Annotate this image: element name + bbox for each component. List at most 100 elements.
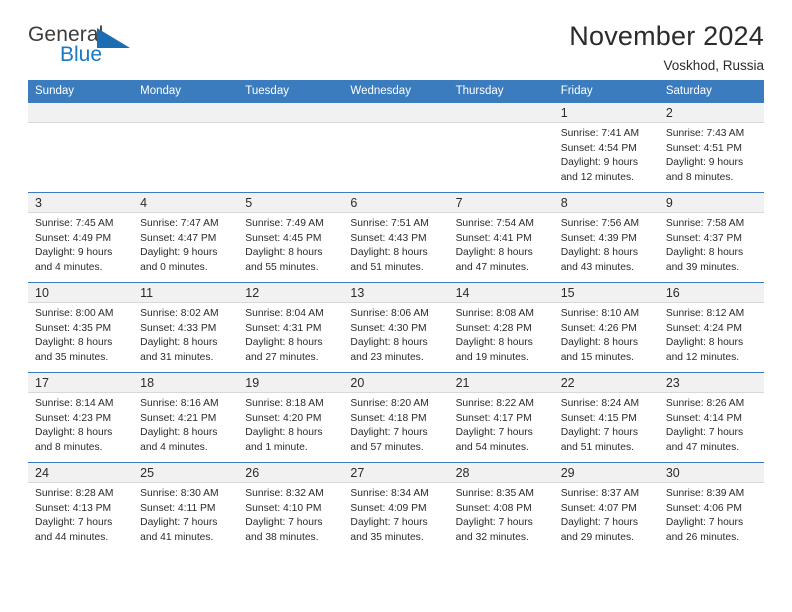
calendar-day-cell[interactable]: 19 Sunrise: 8:18 AM Sunset: 4:20 PM Dayligh… — [238, 372, 344, 463]
page-title: November 2024 — [569, 21, 764, 51]
daylight-text-line1: Daylight: 7 hours — [455, 427, 533, 439]
calendar-day-cell[interactable]: 2 Sunrise: 7:43 AM Sunset: 4:51 PM Daylight… — [658, 102, 764, 193]
calendar-page: General Blue November 2024 Voskhod, Russ… — [0, 0, 792, 612]
day-number: 3 — [28, 193, 134, 213]
daylight-text-line2: and 23 minutes. — [350, 351, 424, 363]
calendar-day-cell[interactable]: 3 Sunrise: 7:45 AM Sunset: 4:49 PM Daylight… — [28, 192, 134, 283]
sunrise-text: Sunrise: 8:14 AM — [35, 398, 114, 409]
daylight-text-line1: Daylight: 7 hours — [665, 427, 744, 439]
day-number: 21 — [448, 373, 554, 393]
sunset-text: Sunset: 4:49 PM — [35, 232, 112, 244]
calendar-day-cell[interactable]: 27 Sunrise: 8:34 AM Sunset: 4:09 PM Dayligh… — [343, 462, 449, 553]
calendar-body: 1 Sunrise: 7:41 AM Sunset: 4:54 PM Daylight… — [28, 102, 764, 553]
calendar-day-cell[interactable]: 10 Sunrise: 8:00 AM Sunset: 4:35 PM Dayligh… — [28, 282, 134, 373]
calendar-day-cell[interactable]: 28 Sunrise: 8:35 AM Sunset: 4:08 PM Dayligh… — [448, 462, 554, 553]
calendar-day-cell[interactable]: 14 Sunrise: 8:08 AM Sunset: 4:28 PM Dayligh… — [448, 282, 554, 373]
sunset-text: Sunset: 4:08 PM — [455, 502, 532, 514]
sunset-text: Sunset: 4:13 PM — [35, 502, 112, 514]
daylight-text-line1: Daylight: 7 hours — [665, 517, 744, 529]
sunset-text: Sunset: 4:33 PM — [140, 322, 217, 334]
day-number: 15 — [553, 283, 659, 303]
calendar-day-cell[interactable]: 15 Sunrise: 8:10 AM Sunset: 4:26 PM Dayligh… — [553, 282, 659, 373]
sunrise-text: Sunrise: 8:26 AM — [665, 398, 745, 409]
calendar-day-cell[interactable]: 12 Sunrise: 8:04 AM Sunset: 4:31 PM Dayligh… — [238, 282, 344, 373]
day-number: 20 — [343, 373, 449, 393]
calendar-day-cell[interactable]: 30 Sunrise: 8:39 AM Sunset: 4:06 PM Dayligh… — [658, 462, 764, 553]
day-number: 13 — [343, 283, 449, 303]
sunset-text: Sunset: 4:41 PM — [455, 232, 532, 244]
calendar-day-cell[interactable]: 18 Sunrise: 8:16 AM Sunset: 4:21 PM Dayligh… — [133, 372, 239, 463]
sunset-text: Sunset: 4:47 PM — [140, 232, 217, 244]
calendar-week-row: 24 Sunrise: 8:28 AM Sunset: 4:13 PM Dayligh… — [28, 462, 764, 553]
calendar-day-cell[interactable]: 22 Sunrise: 8:24 AM Sunset: 4:15 PM Dayligh… — [553, 372, 659, 463]
daylight-text-line2: and 26 minutes. — [665, 531, 740, 543]
daylight-text-line1: Daylight: 9 hours — [140, 247, 218, 259]
daylight-text-line2: and 43 minutes. — [560, 261, 634, 273]
calendar-day-cell[interactable]: 6 Sunrise: 7:51 AM Sunset: 4:43 PM Daylight… — [343, 192, 449, 283]
sunset-text: Sunset: 4:54 PM — [560, 142, 637, 154]
sunset-text: Sunset: 4:37 PM — [665, 232, 742, 244]
calendar-day-cell[interactable]: 17 Sunrise: 8:14 AM Sunset: 4:23 PM Dayligh… — [28, 372, 134, 463]
day-number — [448, 103, 554, 123]
calendar-day-cell[interactable]: 29 Sunrise: 8:37 AM Sunset: 4:07 PM Dayligh… — [553, 462, 659, 553]
sunrise-text: Sunrise: 8:34 AM — [350, 488, 429, 499]
calendar-day-cell[interactable]: 4 Sunrise: 7:47 AM Sunset: 4:47 PM Daylight… — [133, 192, 239, 283]
calendar-cell-empty — [343, 102, 449, 193]
calendar-day-cell[interactable]: 9 Sunrise: 7:58 AM Sunset: 4:37 PM Daylight… — [658, 192, 764, 283]
day-details: Sunrise: 8:16 AM Sunset: 4:21 PM Daylight:… — [133, 393, 238, 455]
calendar-day-cell[interactable]: 1 Sunrise: 7:41 AM Sunset: 4:54 PM Daylight… — [553, 102, 659, 193]
day-number: 19 — [238, 373, 344, 393]
calendar-day-cell[interactable]: 21 Sunrise: 8:22 AM Sunset: 4:17 PM Dayligh… — [448, 372, 554, 463]
calendar-day-cell[interactable]: 13 Sunrise: 8:06 AM Sunset: 4:30 PM Dayligh… — [343, 282, 449, 373]
sunrise-text: Sunrise: 8:20 AM — [350, 398, 429, 409]
calendar-day-cell[interactable]: 11 Sunrise: 8:02 AM Sunset: 4:33 PM Dayligh… — [133, 282, 239, 373]
calendar-day-cell[interactable]: 5 Sunrise: 7:49 AM Sunset: 4:45 PM Daylight… — [238, 192, 344, 283]
daylight-text-line1: Daylight: 8 hours — [455, 247, 533, 259]
daylight-text-line1: Daylight: 8 hours — [350, 247, 428, 259]
day-number: 2 — [658, 103, 764, 123]
calendar-day-cell[interactable]: 20 Sunrise: 8:20 AM Sunset: 4:18 PM Dayligh… — [343, 372, 449, 463]
day-details: Sunrise: 8:24 AM Sunset: 4:15 PM Daylight:… — [554, 393, 659, 455]
day-details: Sunrise: 7:43 AM Sunset: 4:51 PM Daylight:… — [659, 123, 764, 185]
day-details: Sunrise: 8:18 AM Sunset: 4:20 PM Daylight:… — [238, 393, 343, 455]
daylight-text-line1: Daylight: 7 hours — [560, 427, 638, 439]
day-number: 17 — [28, 373, 134, 393]
calendar-day-cell[interactable]: 26 Sunrise: 8:32 AM Sunset: 4:10 PM Dayligh… — [238, 462, 344, 553]
sunrise-text: Sunrise: 8:00 AM — [35, 308, 114, 319]
sunset-text: Sunset: 4:10 PM — [245, 502, 322, 514]
calendar-cell-empty — [448, 102, 554, 193]
daylight-text-line1: Daylight: 8 hours — [665, 337, 744, 349]
calendar-day-cell[interactable]: 16 Sunrise: 8:12 AM Sunset: 4:24 PM Dayligh… — [658, 282, 764, 373]
daylight-text-line2: and 57 minutes. — [350, 441, 424, 453]
sunrise-text: Sunrise: 7:51 AM — [350, 218, 429, 229]
day-details: Sunrise: 7:56 AM Sunset: 4:39 PM Daylight:… — [554, 213, 659, 275]
sunrise-text: Sunrise: 8:10 AM — [560, 308, 640, 319]
daylight-text-line2: and 35 minutes. — [350, 531, 424, 543]
calendar-day-cell[interactable]: 25 Sunrise: 8:30 AM Sunset: 4:11 PM Dayligh… — [133, 462, 239, 553]
day-number: 10 — [28, 283, 134, 303]
calendar-day-cell[interactable]: 7 Sunrise: 7:54 AM Sunset: 4:41 PM Daylight… — [448, 192, 554, 283]
day-details: Sunrise: 8:32 AM Sunset: 4:10 PM Daylight:… — [238, 483, 343, 545]
daylight-text-line1: Daylight: 8 hours — [35, 427, 113, 439]
day-number: 28 — [448, 463, 554, 483]
day-number: 4 — [133, 193, 239, 213]
day-number: 18 — [133, 373, 239, 393]
day-details: Sunrise: 8:28 AM Sunset: 4:13 PM Daylight:… — [28, 483, 133, 545]
day-number: 8 — [553, 193, 659, 213]
daylight-text-line2: and 31 minutes. — [140, 351, 214, 363]
general-blue-logo[interactable]: General Blue — [28, 22, 150, 70]
calendar-day-cell[interactable]: 23 Sunrise: 8:26 AM Sunset: 4:14 PM Dayligh… — [658, 372, 764, 463]
day-details: Sunrise: 8:06 AM Sunset: 4:30 PM Daylight:… — [343, 303, 448, 365]
calendar-day-cell[interactable]: 8 Sunrise: 7:56 AM Sunset: 4:39 PM Daylight… — [553, 192, 659, 283]
calendar-day-cell[interactable]: 24 Sunrise: 8:28 AM Sunset: 4:13 PM Dayligh… — [28, 462, 134, 553]
daylight-text-line1: Daylight: 9 hours — [665, 157, 744, 169]
calendar-cell-empty — [238, 102, 344, 193]
weekday-header-sunday: Sunday — [28, 80, 134, 103]
calendar-cell-empty — [28, 102, 134, 193]
sunrise-text: Sunrise: 7:43 AM — [665, 128, 745, 139]
day-details: Sunrise: 8:37 AM Sunset: 4:07 PM Daylight:… — [554, 483, 659, 545]
daylight-text-line2: and 4 minutes. — [35, 261, 103, 273]
weekday-header-friday: Friday — [553, 80, 659, 103]
sunrise-text: Sunrise: 7:45 AM — [35, 218, 114, 229]
day-details: Sunrise: 8:02 AM Sunset: 4:33 PM Daylight:… — [133, 303, 238, 365]
